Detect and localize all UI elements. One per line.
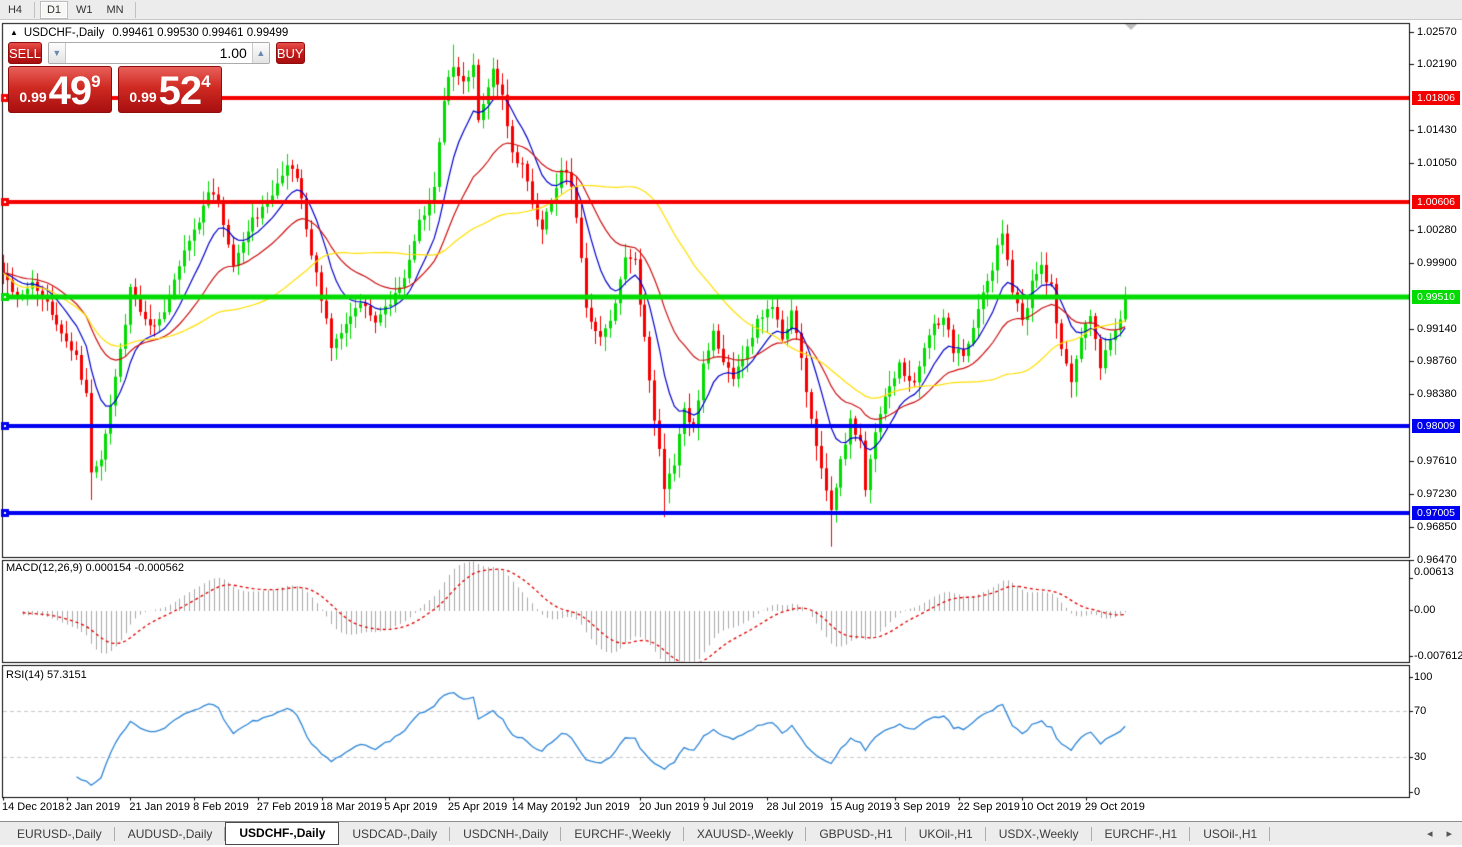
price-axis-tick: 0.99900 <box>1417 256 1457 269</box>
toolbar-separator <box>34 1 35 18</box>
time-axis-label: 5 Apr 2019 <box>384 801 438 813</box>
timeframe-button-d1[interactable]: D1 <box>40 0 68 19</box>
sell-price-tile[interactable]: 0.99 49 9 <box>8 66 112 113</box>
volume-decrease-button[interactable]: ▼ <box>48 43 66 63</box>
macd-axis-label: -0.007612 <box>1414 650 1462 662</box>
rsi-axis-label: 70 <box>1414 705 1427 717</box>
rsi-axis-label: 100 <box>1414 670 1433 683</box>
price-axis-tick: 0.98760 <box>1417 355 1457 368</box>
buy-price-point: 4 <box>201 72 211 91</box>
buy-price-pips: 52 <box>158 69 202 114</box>
price-axis-tick: 0.96470 <box>1417 553 1457 566</box>
time-axis-label: 21 Jan 2019 <box>129 801 190 813</box>
chart-title: ▲ USDCHF-,Daily 0.99461 0.99530 0.99461 0.… <box>10 27 288 39</box>
volume-stepper: ▼ ▲ <box>47 42 270 64</box>
price-axis-tick: 1.01050 <box>1417 157 1457 170</box>
time-axis-label: 3 Sep 2019 <box>893 801 951 813</box>
chart-tab-eurchf-h1[interactable]: EURCHF-,H1 <box>1092 823 1191 845</box>
chart-tab-gbpusd-h1[interactable]: GBPUSD-,H1 <box>806 823 907 845</box>
time-axis-label: 14 May 2019 <box>511 801 576 813</box>
price-axis-tick: 1.00280 <box>1417 223 1457 236</box>
timeframe-button-h4[interactable]: H4 <box>1 1 29 19</box>
chart-tab-xauusd-weekly[interactable]: XAUUSD-,Weekly <box>684 823 807 845</box>
price-axis-tick: 1.01430 <box>1417 124 1457 137</box>
price-axis-tick: 1.02570 <box>1417 25 1457 38</box>
time-axis-label: 10 Oct 2019 <box>1021 801 1082 813</box>
price-axis-tick: 0.98380 <box>1417 388 1457 401</box>
price-axis-tick: 0.97610 <box>1417 455 1457 467</box>
hline-price-badge: 0.98009 <box>1412 419 1460 433</box>
hline-price-badge: 0.99510 <box>1412 290 1460 304</box>
price-axis-tick: 0.96850 <box>1417 520 1457 533</box>
time-axis-label: 29 Oct 2019 <box>1084 801 1145 813</box>
time-axis-label: 14 Dec 2018 <box>2 801 65 813</box>
time-axis-label: 2 Jan 2019 <box>65 801 121 813</box>
chart-tab-ukoil-h1[interactable]: UKOil-,H1 <box>906 823 986 845</box>
price-chart-canvas[interactable] <box>0 0 1462 847</box>
chart-tab-bar: EURUSD-,Daily AUDUSD-,Daily USDCHF-,Daily U… <box>0 821 1462 845</box>
chart-tab-usoil-h1[interactable]: USOil-,H1 <box>1190 823 1271 845</box>
chart-tab-usdx-weekly[interactable]: USDX-,Weekly <box>986 823 1092 845</box>
chart-tab-eurchf-weekly[interactable]: EURCHF-,Weekly <box>561 823 685 845</box>
time-axis-label: 22 Sep 2019 <box>957 801 1020 813</box>
rsi-axis-label: 0 <box>1414 785 1421 798</box>
time-axis-label: 25 Apr 2019 <box>447 801 508 813</box>
chart-tab-usdcnh-daily[interactable]: USDCNH-,Daily <box>450 823 562 845</box>
volume-input[interactable] <box>65 43 252 63</box>
toolbar-separator <box>134 1 136 18</box>
price-axis-tick: 0.99140 <box>1417 322 1457 335</box>
time-axis-label: 8 Feb 2019 <box>193 801 249 813</box>
sell-price-point: 9 <box>91 72 101 91</box>
timeframe-toolbar: H4 D1 W1 MN <box>0 0 1462 20</box>
tab-scroll-left-icon[interactable]: ◂ <box>1427 827 1433 840</box>
time-axis-label: 20 Jun 2019 <box>639 801 700 813</box>
timeframe-button-w1[interactable]: W1 <box>70 1 99 19</box>
sell-price-pips: 49 <box>48 69 92 114</box>
chart-symbol-label: USDCHF-,Daily <box>23 27 105 39</box>
buy-button[interactable]: BUY <box>275 42 305 64</box>
hline-price-badge: 1.00606 <box>1412 195 1460 209</box>
time-axis-label: 15 Aug 2019 <box>830 801 892 813</box>
one-click-trading-panel: SELL ▼ ▲ BUY 0.99499 0.99524 <box>8 42 305 113</box>
macd-axis-label: 0.00 <box>1414 604 1436 616</box>
time-axis-label: 2 Jun 2019 <box>575 801 630 813</box>
sell-button[interactable]: SELL <box>8 42 42 64</box>
time-axis-label: 28 Jul 2019 <box>766 801 824 813</box>
chart-tab-usdchf-daily[interactable]: USDCHF-,Daily <box>225 821 340 845</box>
price-axis-tick: 0.97230 <box>1417 487 1457 500</box>
volume-increase-button[interactable]: ▲ <box>251 43 269 63</box>
chart-tab-audusd-daily[interactable]: AUDUSD-,Daily <box>115 823 226 845</box>
buy-price-prefix: 0.99 <box>129 89 157 105</box>
timeframe-button-mn[interactable]: MN <box>101 1 130 19</box>
tab-scroll-controls: ◂ ▸ <box>1427 827 1452 840</box>
macd-axis-label: 0.00613 <box>1414 566 1454 578</box>
time-axis-label: 27 Feb 2019 <box>256 801 319 813</box>
chart-ohlc-values: 0.99461 0.99530 0.99461 0.99499 <box>112 27 289 39</box>
tab-scroll-right-icon[interactable]: ▸ <box>1446 827 1452 840</box>
collapse-panel-icon[interactable]: ▲ <box>10 28 18 37</box>
time-axis-label: 18 Mar 2019 <box>320 801 383 813</box>
hline-price-badge: 1.01806 <box>1412 91 1460 105</box>
macd-indicator-label: MACD(12,26,9) 0.000154 -0.000562 <box>6 562 184 574</box>
sell-price-prefix: 0.99 <box>19 89 47 105</box>
rsi-axis-label: 30 <box>1414 751 1427 763</box>
buy-price-tile[interactable]: 0.99 52 4 <box>118 66 222 113</box>
chart-tab-usdcad-daily[interactable]: USDCAD-,Daily <box>339 823 450 845</box>
hline-price-badge: 0.97005 <box>1412 506 1460 520</box>
price-axis-tick: 1.02190 <box>1417 58 1457 71</box>
rsi-indicator-label: RSI(14) 57.3151 <box>6 669 87 681</box>
chart-tab-eurusd-daily[interactable]: EURUSD-,Daily <box>4 823 115 845</box>
trading-terminal: H4 D1 W1 MN ▲ USDCHF-,Daily 0.99461 0.99530 0… <box>0 0 1462 847</box>
time-axis-label: 9 Jul 2019 <box>702 801 754 813</box>
